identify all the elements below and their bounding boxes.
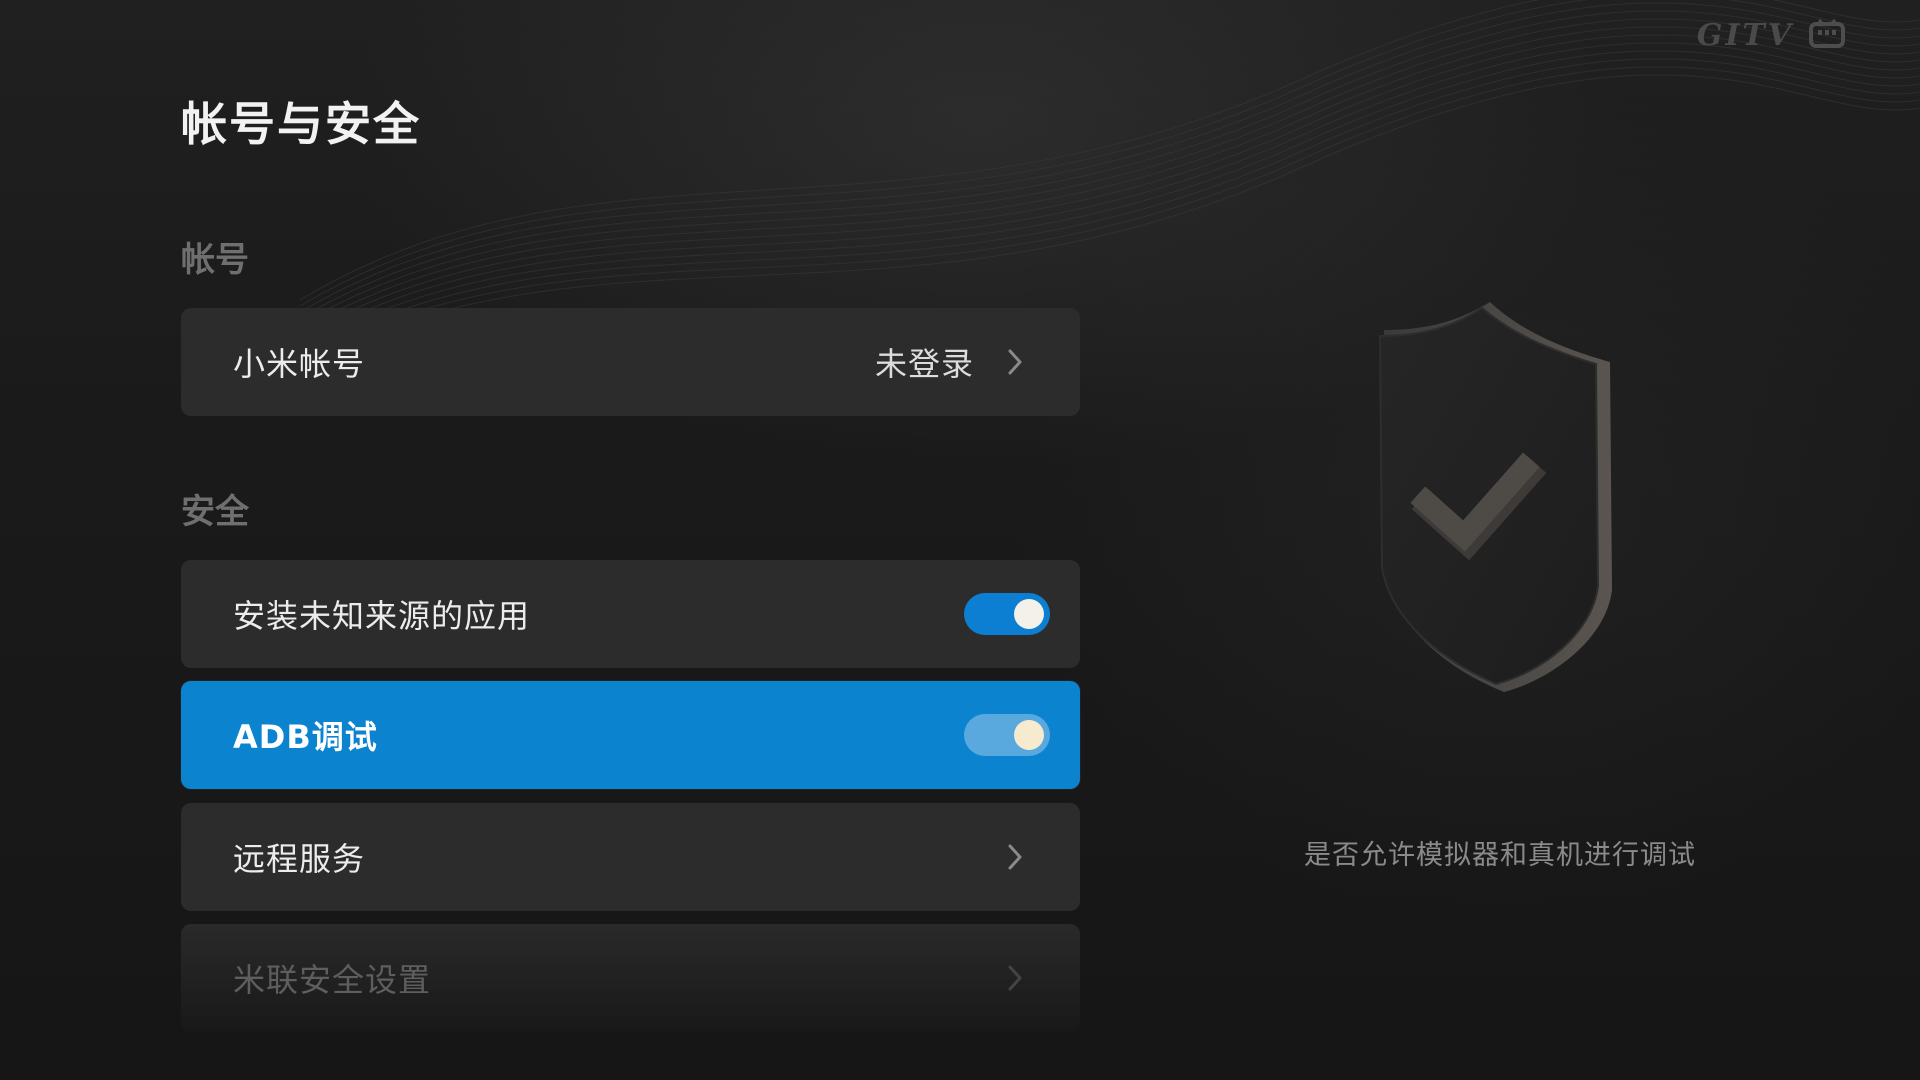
- settings-item-remote-service[interactable]: 远程服务: [181, 803, 1080, 911]
- settings-item-label: 小米帐号: [233, 345, 366, 383]
- settings-screen: GITV 帐号与安全 帐号 小米帐号 未登录 安全 安装未知来源的应用 ADB调…: [0, 0, 1920, 1080]
- settings-item-milink-security[interactable]: 米联安全设置: [181, 924, 1080, 1032]
- unknown-sources-toggle[interactable]: [964, 593, 1050, 635]
- settings-item-label: 远程服务: [233, 840, 366, 878]
- section-label-security: 安全: [181, 492, 249, 532]
- toggle-knob: [1014, 720, 1044, 750]
- brand-logo: GITV: [1697, 18, 1846, 53]
- settings-item-label: ADB调试: [233, 718, 378, 756]
- settings-item-label: 米联安全设置: [233, 961, 432, 999]
- settings-item-xiaomi-account[interactable]: 小米帐号 未登录: [181, 308, 1080, 416]
- settings-item-adb-debug[interactable]: ADB调试: [181, 681, 1080, 789]
- adb-debug-toggle[interactable]: [964, 714, 1050, 756]
- chevron-right-icon: [1004, 840, 1026, 874]
- tv-icon: [1808, 18, 1846, 53]
- toggle-knob: [1014, 599, 1044, 629]
- settings-item-label: 安装未知来源的应用: [233, 597, 531, 635]
- section-label-account: 帐号: [181, 240, 249, 280]
- setting-description: 是否允许模拟器和真机进行调试: [1304, 840, 1696, 871]
- page-title: 帐号与安全: [181, 97, 421, 151]
- settings-item-unknown-sources[interactable]: 安装未知来源的应用: [181, 560, 1080, 668]
- chevron-right-icon: [1004, 345, 1026, 379]
- login-status-value: 未登录: [874, 345, 974, 383]
- shield-check-icon: [1370, 290, 1630, 710]
- brand-logo-text: GITV: [1696, 18, 1794, 53]
- chevron-right-icon: [1004, 961, 1026, 995]
